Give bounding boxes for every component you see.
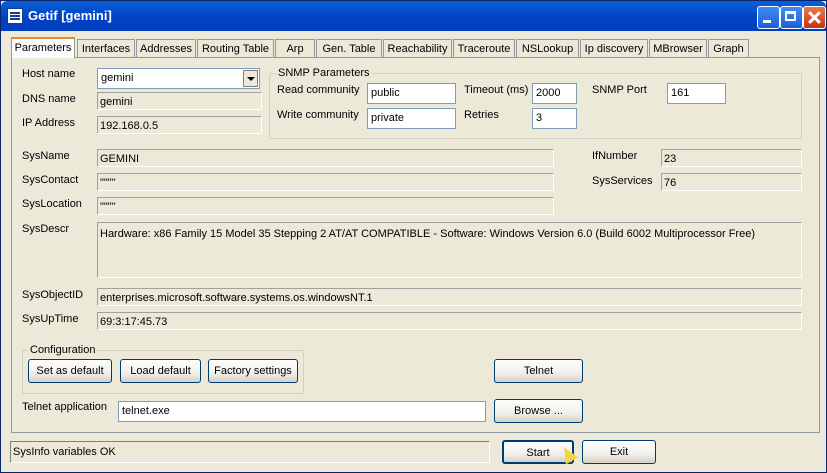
tab-reachability[interactable]: Reachability bbox=[383, 39, 452, 57]
host-name-value: gemini bbox=[101, 72, 134, 84]
tab-parameters[interactable]: Parameters bbox=[11, 37, 75, 58]
tab-nslookup[interactable]: NSLookup bbox=[516, 39, 579, 57]
sysservices-field[interactable]: 76 bbox=[661, 173, 802, 191]
maximize-button[interactable] bbox=[780, 6, 803, 29]
write-community-label: Write community bbox=[277, 109, 359, 121]
ifnumber-label: IfNumber bbox=[592, 150, 638, 162]
configuration-title: Configuration bbox=[28, 344, 98, 356]
syslocation-label: SysLocation bbox=[22, 198, 82, 210]
telnet-button[interactable]: Telnet bbox=[494, 359, 583, 383]
chevron-down-icon[interactable] bbox=[243, 70, 258, 87]
timeout-input[interactable]: 2000 bbox=[532, 83, 577, 104]
tab-traceroute[interactable]: Traceroute bbox=[453, 39, 515, 57]
tab-routing-table[interactable]: Routing Table bbox=[197, 39, 274, 57]
sysuptime-field[interactable]: 69:3:17:45.73 bbox=[97, 312, 802, 330]
retries-label: Retries bbox=[464, 109, 499, 121]
snmp-port-label: SNMP Port bbox=[592, 84, 647, 96]
title-bar[interactable]: Getif [gemini] bbox=[1, 1, 826, 31]
syscontact-label: SysContact bbox=[22, 174, 79, 186]
tab-graph[interactable]: Graph bbox=[708, 39, 749, 57]
retries-input[interactable]: 3 bbox=[532, 108, 577, 129]
sysobjectid-field[interactable]: enterprises.microsoft.software.systems.o… bbox=[97, 288, 802, 306]
read-community-input[interactable]: public bbox=[367, 83, 456, 104]
exit-button[interactable]: Exit bbox=[582, 440, 656, 464]
tab-interfaces[interactable]: Interfaces bbox=[77, 39, 135, 57]
telnet-application-label: Telnet application bbox=[22, 401, 108, 413]
read-community-label: Read community bbox=[277, 84, 360, 96]
factory-settings-button[interactable]: Factory settings bbox=[208, 359, 298, 383]
sysuptime-label: SysUpTime bbox=[22, 313, 79, 325]
sysservices-label: SysServices bbox=[592, 175, 653, 187]
sysdescr-field[interactable]: Hardware: x86 Family 15 Model 35 Steppin… bbox=[97, 222, 802, 278]
app-icon[interactable] bbox=[7, 8, 23, 24]
syscontact-field[interactable]: """" bbox=[97, 173, 554, 191]
close-button[interactable] bbox=[803, 6, 826, 29]
tab-arp[interactable]: Arp bbox=[275, 39, 315, 57]
sysdescr-label: SysDescr bbox=[22, 223, 70, 235]
sysobjectid-label: SysObjectID bbox=[22, 289, 84, 301]
status-bar: SysInfo variables OK bbox=[10, 441, 490, 463]
ip-address-field[interactable]: 192.168.0.5 bbox=[97, 116, 262, 134]
sysname-label: SysName bbox=[22, 150, 70, 162]
set-as-default-button[interactable]: Set as default bbox=[28, 359, 112, 383]
write-community-input[interactable]: private bbox=[367, 108, 456, 129]
telnet-application-input[interactable]: telnet.exe bbox=[118, 401, 486, 422]
main-window: Getif [gemini] Parameters Interfaces Add… bbox=[0, 0, 827, 473]
ifnumber-field[interactable]: 23 bbox=[661, 149, 802, 167]
host-name-combo[interactable]: gemini bbox=[97, 68, 260, 89]
ip-address-label: IP Address bbox=[22, 117, 75, 129]
dns-name-field[interactable]: gemini bbox=[97, 92, 262, 110]
host-name-label: Host name bbox=[22, 68, 76, 80]
dns-name-label: DNS name bbox=[22, 93, 76, 105]
load-default-button[interactable]: Load default bbox=[120, 359, 201, 383]
tab-addresses[interactable]: Addresses bbox=[136, 39, 196, 57]
tab-mbrowser[interactable]: MBrowser bbox=[649, 39, 707, 57]
sysname-field[interactable]: GEMINI bbox=[97, 149, 554, 167]
browse-button[interactable]: Browse ... bbox=[494, 399, 583, 423]
snmp-parameters-title: SNMP Parameters bbox=[276, 67, 372, 79]
minimize-button[interactable] bbox=[757, 6, 780, 29]
tab-gen-table[interactable]: Gen. Table bbox=[316, 39, 382, 57]
syslocation-field[interactable]: """" bbox=[97, 197, 554, 215]
window-title: Getif [gemini] bbox=[28, 8, 112, 23]
timeout-label: Timeout (ms) bbox=[464, 84, 529, 96]
snmp-port-input[interactable]: 161 bbox=[667, 83, 726, 104]
tab-ip-discovery[interactable]: Ip discovery bbox=[580, 39, 648, 57]
